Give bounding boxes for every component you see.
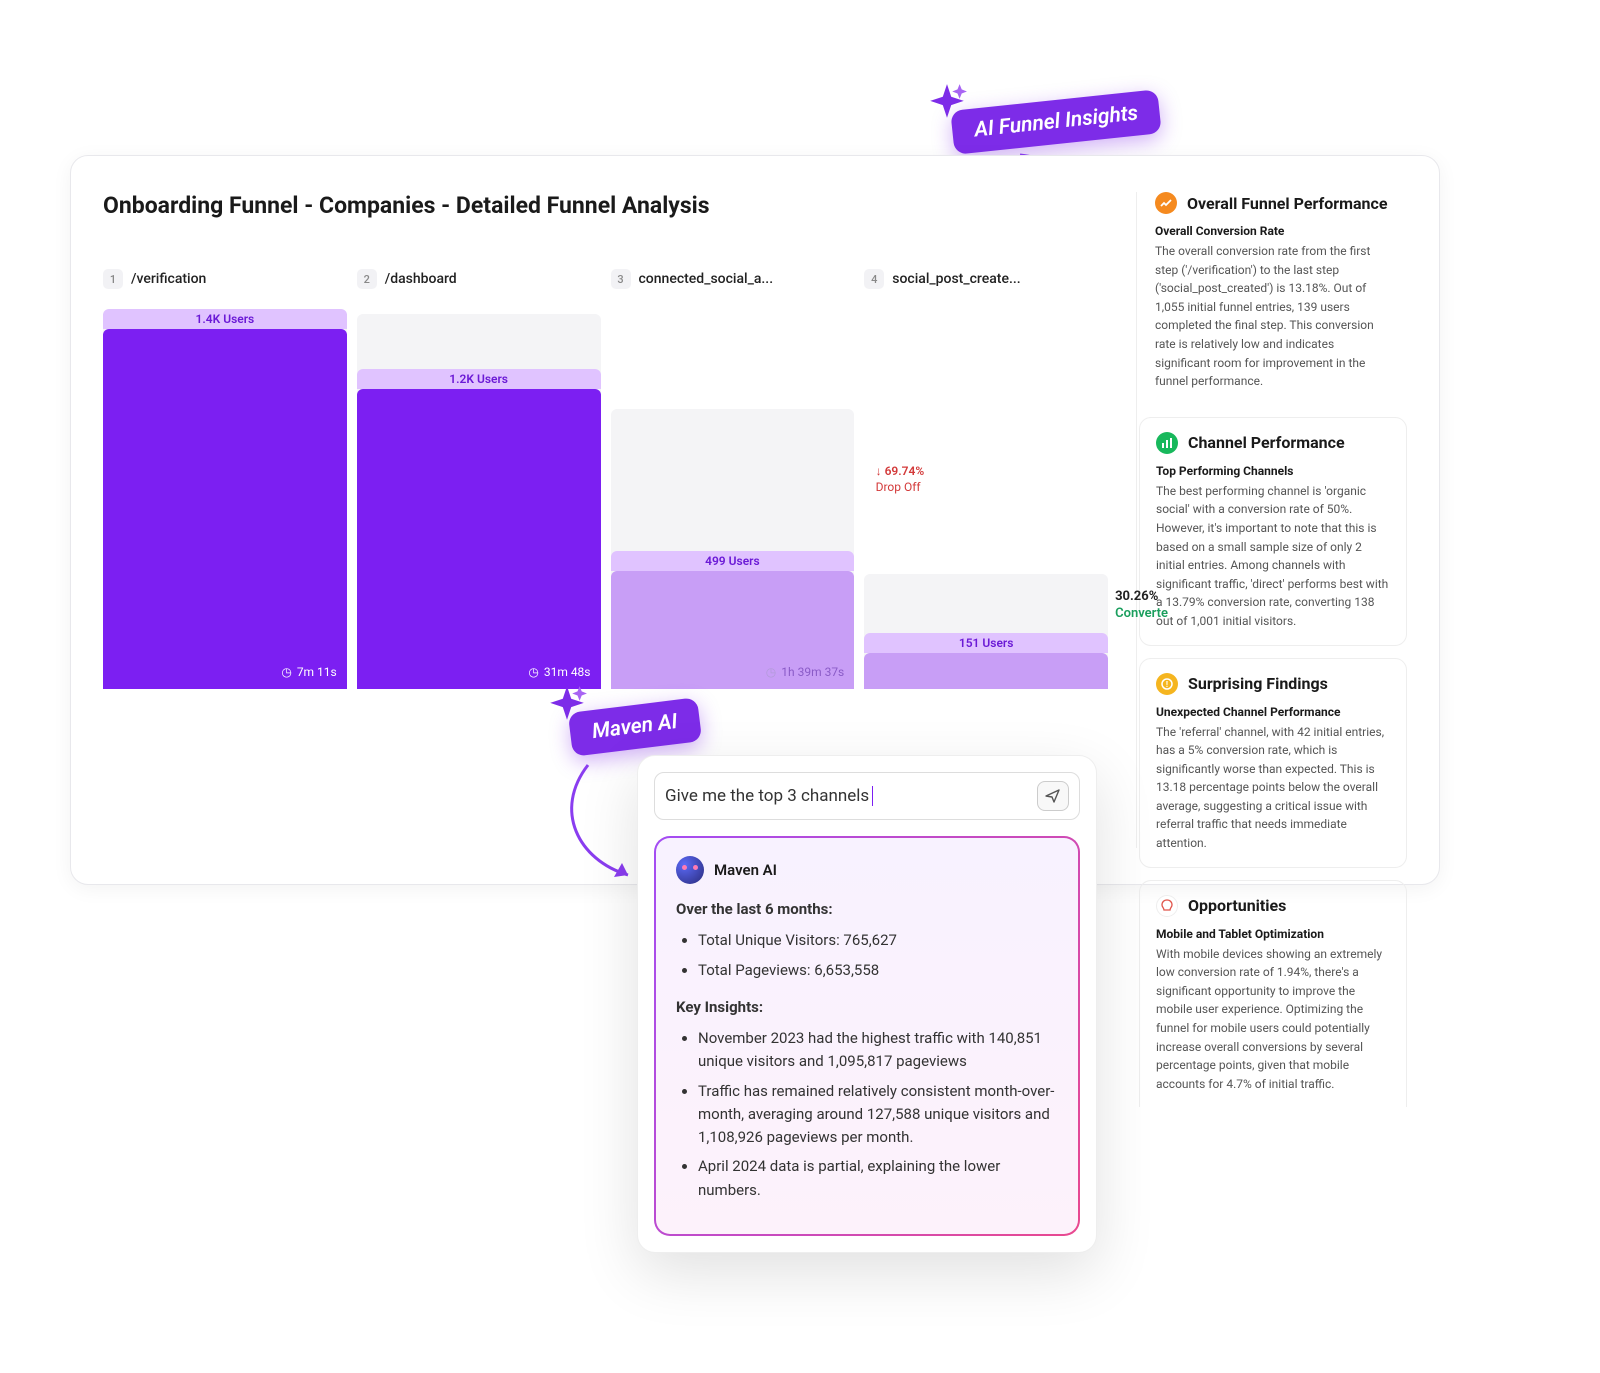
arrow-to-maven	[558, 760, 648, 890]
alert-icon: !	[1156, 673, 1178, 695]
clock-icon	[766, 665, 776, 679]
ai-funnel-insights-badge: AI Funnel Insights	[950, 89, 1162, 155]
insight-title: Channel Performance	[1188, 433, 1345, 452]
sparkle-icon	[546, 684, 588, 726]
maven-ai-panel: Give me the top 3 channels Maven AI Over…	[637, 755, 1097, 1253]
maven-body: Over the last 6 months: Total Unique Vis…	[676, 898, 1058, 1202]
funnel-step-2[interactable]: 2 /dashboard 31m 48s 1.2K Users ↓ 57.46%…	[357, 269, 601, 689]
step-label: connected_social_a...	[639, 271, 774, 287]
insight-body: With mobile devices showing an extremely…	[1156, 945, 1390, 1094]
insight-item: November 2023 had the highest traffic wi…	[698, 1027, 1058, 1074]
badge-label: Maven AI	[591, 710, 679, 744]
step-time: 31m 48s	[528, 665, 590, 679]
bars-icon	[1156, 432, 1178, 454]
chart-title: Onboarding Funnel - Companies - Detailed…	[103, 192, 1108, 219]
maven-key-insights-header: Key Insights:	[676, 996, 1058, 1019]
step-number: 4	[864, 269, 884, 289]
insight-subtitle: Top Performing Channels	[1156, 464, 1390, 478]
clock-icon	[281, 665, 291, 679]
bulb-icon	[1156, 895, 1178, 917]
step-number: 2	[357, 269, 377, 289]
step-number: 3	[611, 269, 631, 289]
maven-insights-list: November 2023 had the highest traffic wi…	[698, 1027, 1058, 1202]
insight-subtitle: Unexpected Channel Performance	[1156, 705, 1390, 719]
badge-label: AI Funnel Insights	[973, 101, 1139, 142]
insight-subtitle: Mobile and Tablet Optimization	[1156, 927, 1390, 941]
step-time: 1h 39m 37s	[766, 665, 844, 679]
users-badge: 151 Users	[864, 633, 1108, 653]
users-badge: 1.2K Users	[357, 369, 601, 389]
insight-title: Overall Funnel Performance	[1187, 194, 1387, 213]
svg-text:!: !	[1166, 680, 1168, 689]
users-badge: 499 Users	[611, 551, 855, 571]
send-icon	[1045, 788, 1061, 804]
insight-body: The overall conversion rate from the fir…	[1155, 242, 1391, 391]
funnel-step-1[interactable]: 1 /verification 7m 11s 1.4K Users ↓ 16.8…	[103, 269, 347, 689]
stat-item: Total Pageviews: 6,653,558	[698, 959, 1058, 982]
insight-channel: Channel Performance Top Performing Chann…	[1139, 417, 1407, 646]
insight-item: April 2024 data is partial, explaining t…	[698, 1155, 1058, 1202]
insight-item: Traffic has remained relatively consiste…	[698, 1080, 1058, 1150]
funnel-step-4[interactable]: 4 social_post_create... 151 Users 30.26%…	[864, 269, 1108, 689]
funnel-bars: 1 /verification 7m 11s 1.4K Users ↓ 16.8…	[103, 269, 1108, 689]
sparkle-icon	[926, 82, 968, 124]
insight-body: The 'referral' channel, with 42 initial …	[1156, 723, 1390, 853]
insight-subtitle: Overall Conversion Rate	[1155, 224, 1391, 238]
insight-surprising: ! Surprising Findings Unexpected Channel…	[1139, 658, 1407, 868]
conversion-label: 30.26% Converte	[1115, 589, 1168, 621]
step-label: /verification	[131, 271, 206, 287]
step-label: social_post_create...	[892, 271, 1020, 287]
insight-opportunities: Opportunities Mobile and Tablet Optimiza…	[1139, 880, 1407, 1108]
step-label: /dashboard	[385, 271, 457, 287]
maven-stats-list: Total Unique Visitors: 765,627 Total Pag…	[698, 929, 1058, 982]
step-number: 1	[103, 269, 123, 289]
maven-input-box[interactable]: Give me the top 3 channels	[654, 772, 1080, 820]
maven-response: Maven AI Over the last 6 months: Total U…	[654, 836, 1080, 1236]
insight-body: The best performing channel is 'organic …	[1156, 482, 1390, 631]
step-time: 7m 11s	[281, 665, 336, 679]
funnel-step-3[interactable]: 3 connected_social_a... 1h 39m 37s 499 U…	[611, 269, 855, 689]
send-button[interactable]	[1037, 781, 1069, 811]
insight-title: Surprising Findings	[1188, 674, 1328, 693]
insight-title: Opportunities	[1188, 896, 1286, 915]
users-badge: 1.4K Users	[103, 309, 347, 329]
insight-overall: Overall Funnel Performance Overall Conve…	[1139, 192, 1407, 405]
stat-item: Total Unique Visitors: 765,627	[698, 929, 1058, 952]
clock-icon	[528, 665, 538, 679]
maven-period-header: Over the last 6 months:	[676, 898, 1058, 921]
maven-name: Maven AI	[714, 861, 777, 879]
insights-sidebar: Overall Funnel Performance Overall Conve…	[1136, 192, 1407, 848]
maven-avatar-icon	[676, 856, 704, 884]
chart-up-icon	[1155, 192, 1177, 214]
maven-input-text: Give me the top 3 channels	[665, 786, 1027, 807]
